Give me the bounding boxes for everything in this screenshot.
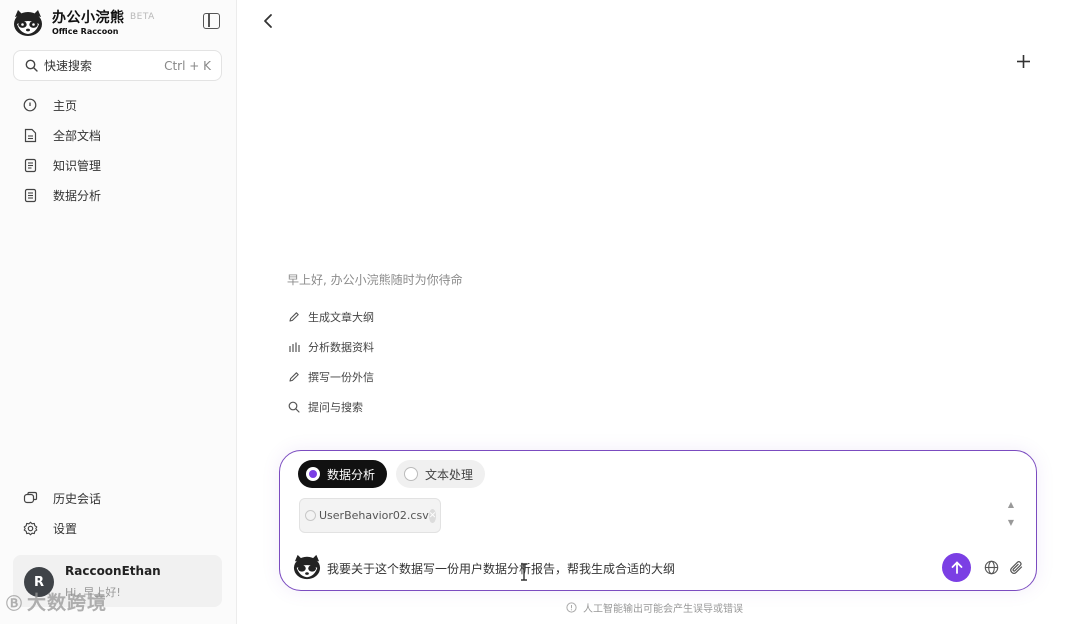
attach-button[interactable] <box>1007 558 1025 576</box>
new-chat-button[interactable] <box>1013 51 1033 71</box>
search-icon <box>287 401 300 414</box>
sidebar-item-label: 数据分析 <box>53 188 102 203</box>
suggestion-label: 提问与搜索 <box>308 401 363 414</box>
quick-search[interactable]: 快速搜索 Ctrl + K <box>13 50 222 81</box>
suggestion-list: 生成文章大纲 分析数据资料 撰写一份外信 提问与搜索 <box>287 302 374 422</box>
search-label: 快速搜索 <box>44 59 93 73</box>
remove-file-icon[interactable]: ✕ <box>428 508 437 523</box>
brand-subtitle: Office Raccoon <box>52 26 119 36</box>
suggestion-label: 生成文章大纲 <box>308 311 374 324</box>
knowledge-icon <box>22 157 38 173</box>
tab-label: 数据分析 <box>327 467 376 482</box>
document-icon <box>22 127 38 143</box>
beta-badge: BETA <box>130 12 155 22</box>
sidebar-item-label: 历史会话 <box>53 491 102 506</box>
disclaimer-text: 人工智能输出可能会产生误导或错误 <box>583 604 743 615</box>
attached-file-name: UserBehavior02.csv <box>319 509 429 522</box>
raccoon-logo-icon <box>14 10 42 36</box>
raccoon-avatar-icon <box>293 554 321 580</box>
sidebar-item-settings[interactable]: 设置 <box>13 513 222 543</box>
send-button[interactable] <box>942 553 971 582</box>
paperclip-icon <box>1009 560 1022 574</box>
suggestion-search[interactable]: 提问与搜索 <box>287 392 374 422</box>
sidebar-item-label: 设置 <box>53 521 78 536</box>
watermark-text: 大数跨境 <box>27 592 108 614</box>
caret-down-icon[interactable]: ▼ <box>1008 519 1014 527</box>
sidebar-bottom-nav: 历史会话 设置 <box>13 483 222 543</box>
globe-icon <box>984 560 998 574</box>
file-list-scroller[interactable]: ▲ ▼ <box>1005 501 1017 527</box>
tab-text-processing[interactable]: 文本处理 <box>396 460 486 488</box>
settings-icon <box>22 520 38 536</box>
home-icon <box>22 97 38 113</box>
radio-unselected-icon <box>404 467 419 481</box>
brand-name: 办公小浣熊 <box>52 9 125 26</box>
pencil-icon <box>287 311 300 324</box>
tab-data-analysis[interactable]: 数据分析 <box>298 460 388 488</box>
sidebar-item-documents[interactable]: 全部文档 <box>13 120 222 150</box>
bar-chart-icon <box>287 341 300 354</box>
mode-tabs: 数据分析 文本处理 <box>298 460 494 488</box>
sidebar-item-home[interactable]: 主页 <box>13 90 222 120</box>
watermark: Ⓑ 大数跨境 <box>6 588 107 615</box>
welcome-greeting: 早上好, 办公小浣熊随时为你待命 <box>287 273 463 287</box>
suggestion-label: 分析数据资料 <box>308 341 374 354</box>
sidebar-toggle-icon[interactable] <box>203 13 220 29</box>
chat-composer: 数据分析 文本处理 UserBehavior02.csv ✕ ▲ ▼ 我要关于这… <box>279 450 1037 591</box>
arrow-up-icon <box>951 561 962 574</box>
web-search-button[interactable] <box>982 558 1000 576</box>
suggestion-write[interactable]: 撰写一份外信 <box>287 362 374 392</box>
search-shortcut: Ctrl + K <box>164 58 211 73</box>
sidebar-item-label: 知识管理 <box>53 158 102 173</box>
suggestion-outline[interactable]: 生成文章大纲 <box>287 302 374 332</box>
chat-input[interactable]: 我要关于这个数据写一份用户数据分析报告，帮我生成合适的大纲 <box>327 560 675 577</box>
sidebar-nav: 主页 全部文档 知识管理 数据分析 <box>13 90 222 210</box>
sidebar-item-label: 主页 <box>53 98 78 113</box>
tab-label: 文本处理 <box>425 467 474 482</box>
pencil-icon <box>287 371 300 384</box>
brand[interactable]: 办公小浣熊 Office Raccoon BETA <box>12 8 154 38</box>
caret-up-icon[interactable]: ▲ <box>1008 501 1014 509</box>
chevron-left-icon <box>264 14 272 28</box>
search-icon <box>25 59 38 72</box>
suggestion-label: 撰写一份外信 <box>308 371 374 384</box>
data-analysis-icon <box>22 187 38 203</box>
plus-icon <box>1016 54 1030 68</box>
sidebar-item-history[interactable]: 历史会话 <box>13 483 222 513</box>
sidebar-item-data-analysis[interactable]: 数据分析 <box>13 180 222 210</box>
radio-selected-icon <box>306 467 320 481</box>
attached-file-chip[interactable]: UserBehavior02.csv ✕ <box>299 498 441 533</box>
user-name: RaccoonEthan <box>65 564 161 578</box>
back-button[interactable] <box>259 12 277 30</box>
ai-disclaimer: 人工智能输出可能会产生误导或错误 <box>566 600 743 615</box>
suggestion-analyze[interactable]: 分析数据资料 <box>287 332 374 362</box>
text-cursor-icon <box>521 563 527 581</box>
history-icon <box>22 490 38 506</box>
sidebar: 办公小浣熊 Office Raccoon BETA 快速搜索 Ctrl + K … <box>0 0 237 624</box>
sidebar-item-label: 全部文档 <box>53 128 102 143</box>
watermark-logo: Ⓑ <box>6 593 24 613</box>
info-icon <box>566 602 577 613</box>
loading-icon <box>305 510 316 521</box>
sidebar-item-knowledge[interactable]: 知识管理 <box>13 150 222 180</box>
